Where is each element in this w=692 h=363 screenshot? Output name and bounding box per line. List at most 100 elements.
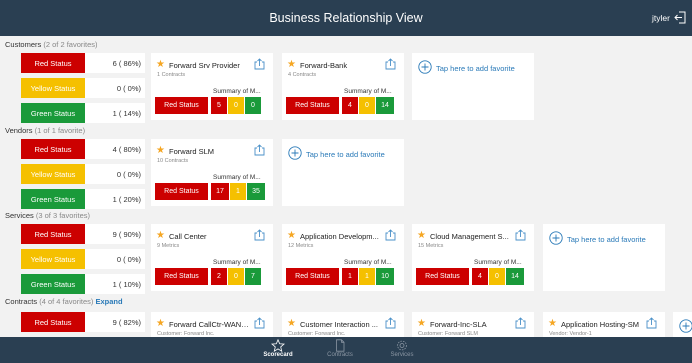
card-yellow-count[interactable]: 0 xyxy=(489,268,505,285)
contract-card-application-hosting-sm[interactable]: ★ Application Hosting-SM Vendor: Vendor-… xyxy=(543,312,665,337)
customers-add-favorite[interactable]: Tap here to add favorite xyxy=(412,53,534,120)
card-green-count[interactable]: 0 xyxy=(245,97,261,114)
scorecard-content[interactable]: Customers (2 of 2 favorites) Red Status … xyxy=(0,36,692,337)
customers-green-count: 1 ( 14%) xyxy=(85,103,145,123)
card-summary: Summary of M... xyxy=(213,174,261,181)
share-icon[interactable] xyxy=(646,317,657,329)
contracts-red-status-button[interactable]: Red Status xyxy=(21,312,85,332)
add-favorite-label: Tap here to add favorite xyxy=(436,64,515,73)
tab-contracts[interactable]: Contracts xyxy=(310,337,370,363)
star-icon[interactable]: ★ xyxy=(156,59,165,70)
card-green-count[interactable]: 14 xyxy=(506,268,524,285)
star-icon[interactable]: ★ xyxy=(156,230,165,241)
share-icon[interactable] xyxy=(254,229,265,241)
customer-card-forward-srv-provider[interactable]: ★ Forward Srv Provider 1 Contracts Summa… xyxy=(151,53,273,120)
plus-circle-icon[interactable] xyxy=(549,231,563,245)
star-icon[interactable]: ★ xyxy=(156,318,165,329)
card-red-count[interactable]: 17 xyxy=(211,183,229,200)
card-red-status-button[interactable]: Red Status xyxy=(286,268,339,285)
service-card-call-center[interactable]: ★ Call Center 9 Metrics Summary of M... … xyxy=(151,224,273,291)
share-icon[interactable] xyxy=(254,144,265,156)
card-yellow-count[interactable]: 0 xyxy=(228,268,244,285)
tab-scorecard[interactable]: Scorecard xyxy=(248,337,308,363)
vendors-add-favorite[interactable]: Tap here to add favorite xyxy=(282,139,404,206)
tab-services[interactable]: Services xyxy=(372,337,432,363)
services-green-status-button[interactable]: Green Status xyxy=(21,274,85,294)
services-red-status-button[interactable]: Red Status xyxy=(21,224,85,244)
contracts-add-favorite[interactable] xyxy=(673,312,692,337)
username[interactable]: jtyler xyxy=(652,13,670,23)
vendors-count: (1 of 1 favorite) xyxy=(34,126,86,135)
vendors-yellow-status-button[interactable]: Yellow Status xyxy=(21,164,85,184)
star-icon[interactable]: ★ xyxy=(548,318,557,329)
contract-card-forward-callctr-wan[interactable]: ★ Forward CallCtr-WAN ... Customer: Forw… xyxy=(151,312,273,337)
customer-card-forward-bank[interactable]: ★ Forward-Bank 4 Contracts Summary of M.… xyxy=(282,53,404,120)
star-icon[interactable]: ★ xyxy=(417,230,426,241)
services-add-favorite[interactable]: Tap here to add favorite xyxy=(543,224,665,291)
plus-circle-icon[interactable] xyxy=(288,146,302,160)
customers-red-status-button[interactable]: Red Status xyxy=(21,53,85,73)
card-red-status-button[interactable]: Red Status xyxy=(155,183,208,200)
tab-label: Scorecard xyxy=(263,352,293,358)
share-icon[interactable] xyxy=(254,317,265,329)
card-green-count[interactable]: 7 xyxy=(245,268,261,285)
services-yellow-count: 0 ( 0%) xyxy=(85,249,145,269)
contract-card-forward-inc-sla[interactable]: ★ Forward-Inc-SLA Customer: Forward SLM xyxy=(412,312,534,337)
services-title: Services xyxy=(5,211,34,220)
vendors-green-status-button[interactable]: Green Status xyxy=(21,189,85,209)
services-green-count: 1 ( 10%) xyxy=(85,274,145,294)
card-red-status-button[interactable]: Red Status xyxy=(155,97,208,114)
card-yellow-count[interactable]: 1 xyxy=(230,183,246,200)
customers-green-status-button[interactable]: Green Status xyxy=(21,103,85,123)
services-red-count: 9 ( 90%) xyxy=(85,224,145,244)
vendors-green-count: 1 ( 20%) xyxy=(85,189,145,209)
card-red-count[interactable]: 5 xyxy=(211,97,227,114)
tab-label: Contracts xyxy=(327,352,353,358)
share-icon[interactable] xyxy=(385,229,396,241)
card-red-status-button[interactable]: Red Status xyxy=(155,268,208,285)
share-icon[interactable] xyxy=(385,58,396,70)
share-icon[interactable] xyxy=(254,58,265,70)
service-card-application-development[interactable]: ★ Application Developm... 12 Metrics Sum… xyxy=(282,224,404,291)
card-red-count[interactable]: 1 xyxy=(342,268,358,285)
card-red-count[interactable]: 4 xyxy=(472,268,488,285)
star-icon[interactable]: ★ xyxy=(287,59,296,70)
share-icon[interactable] xyxy=(385,317,396,329)
customers-title: Customers xyxy=(5,40,42,49)
vendors-title: Vendors xyxy=(5,126,33,135)
card-green-count[interactable]: 14 xyxy=(376,97,394,114)
contracts-expand-link[interactable]: Expand xyxy=(96,297,123,306)
star-icon[interactable]: ★ xyxy=(156,145,165,156)
document-icon xyxy=(336,339,345,352)
card-red-status-button[interactable]: Red Status xyxy=(286,97,339,114)
services-yellow-status-button[interactable]: Yellow Status xyxy=(21,249,85,269)
card-green-count[interactable]: 35 xyxy=(247,183,265,200)
contract-card-customer-interaction[interactable]: ★ Customer Interaction ... Customer: For… xyxy=(282,312,404,337)
customers-red-count: 6 ( 86%) xyxy=(85,53,145,73)
add-favorite-label: Tap here to add favorite xyxy=(306,150,385,159)
vendors-header: Vendors (1 of 1 favorite) xyxy=(5,126,85,135)
customers-header: Customers (2 of 2 favorites) xyxy=(5,40,98,49)
share-icon[interactable] xyxy=(515,317,526,329)
card-red-count[interactable]: 2 xyxy=(211,268,227,285)
card-name: Customer Interaction ... xyxy=(300,320,378,329)
plus-circle-icon[interactable] xyxy=(418,60,432,74)
customers-yellow-status-button[interactable]: Yellow Status xyxy=(21,78,85,98)
vendors-red-status-button[interactable]: Red Status xyxy=(21,139,85,159)
card-red-count[interactable]: 4 xyxy=(342,97,358,114)
card-yellow-count[interactable]: 0 xyxy=(228,97,244,114)
star-icon[interactable]: ★ xyxy=(417,318,426,329)
vendor-card-forward-slm[interactable]: ★ Forward SLM 10 Contracts Summary of M.… xyxy=(151,139,273,206)
star-icon[interactable]: ★ xyxy=(287,230,296,241)
share-icon[interactable] xyxy=(515,229,526,241)
card-yellow-count[interactable]: 0 xyxy=(359,97,375,114)
star-outline-icon xyxy=(271,339,285,352)
card-name: Call Center xyxy=(169,232,207,241)
plus-circle-icon[interactable] xyxy=(679,319,692,333)
star-icon[interactable]: ★ xyxy=(287,318,296,329)
card-red-status-button[interactable]: Red Status xyxy=(416,268,469,285)
service-card-cloud-management[interactable]: ★ Cloud Management S... 15 Metrics Summa… xyxy=(412,224,534,291)
card-green-count[interactable]: 10 xyxy=(376,268,394,285)
card-yellow-count[interactable]: 1 xyxy=(359,268,375,285)
logout-icon[interactable] xyxy=(674,11,686,24)
